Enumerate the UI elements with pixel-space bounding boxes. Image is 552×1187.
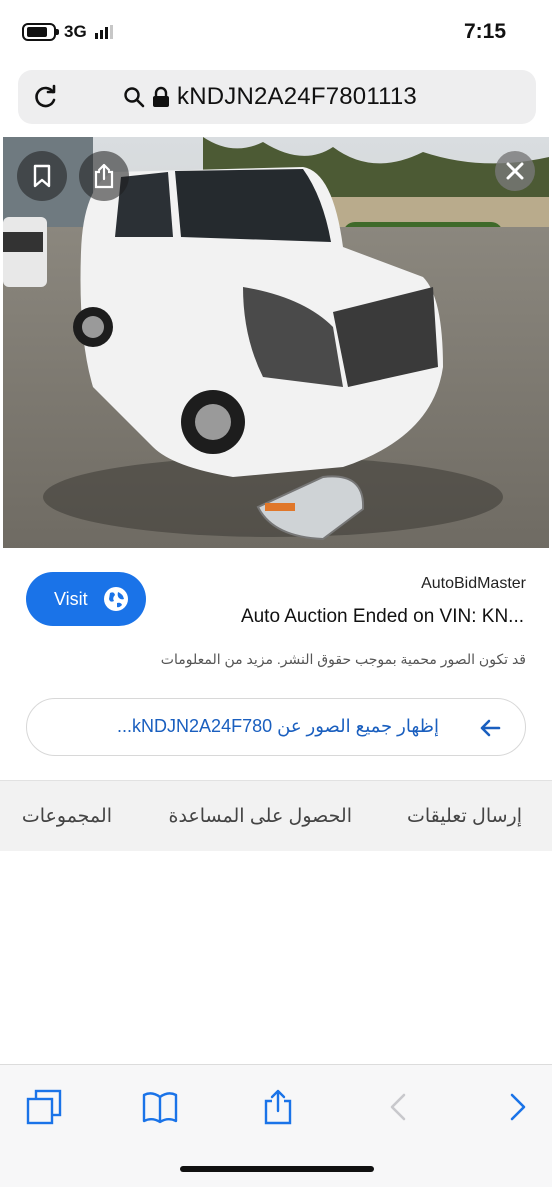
show-all-images-label: إظهار جميع الصور عن kNDJN2A24F780... — [117, 716, 439, 736]
back-icon — [390, 1093, 406, 1121]
search-icon — [124, 87, 145, 108]
reload-icon[interactable] — [32, 83, 60, 111]
forward-icon[interactable] — [498, 1087, 538, 1127]
footer-links: إرسال تعليقات الحصول على المساعدة المجمو… — [0, 780, 552, 851]
show-all-images-button[interactable]: إظهار جميع الصور عن kNDJN2A24F780... — [26, 698, 526, 756]
source-name[interactable]: AutoBidMaster — [421, 575, 526, 593]
lock-icon — [153, 86, 169, 107]
network-type: 3G — [64, 22, 87, 41]
address-bar[interactable]: kNDJN2A24F7801113 — [18, 70, 536, 124]
close-button[interactable] — [495, 151, 535, 191]
status-time: 7:15 — [463, 20, 506, 43]
arrow-left-icon — [480, 719, 501, 737]
collections-link[interactable]: المجموعات — [22, 805, 112, 828]
url-text: kNDJN2A24F7801113 — [177, 83, 417, 110]
result-title[interactable]: Auto Auction Ended on VIN: KN... — [241, 606, 524, 628]
status-bar: 3G 7:15 — [0, 0, 552, 64]
result-image[interactable] — [3, 137, 549, 548]
result-info: Visit AutoBidMaster Auto Auction Ended o… — [0, 548, 552, 780]
share-icon[interactable] — [258, 1087, 298, 1127]
page-blank-area — [0, 851, 552, 1064]
visit-button[interactable]: Visit — [26, 572, 146, 626]
bookmark-icon — [33, 164, 51, 188]
car-photo — [3, 137, 549, 548]
share-icon — [94, 163, 114, 189]
home-indicator[interactable] — [180, 1166, 374, 1172]
send-feedback-link[interactable]: إرسال تعليقات — [407, 805, 522, 828]
url-display[interactable]: kNDJN2A24F7801113 — [123, 70, 417, 124]
battery-icon — [22, 23, 59, 41]
globe-icon — [103, 587, 128, 611]
share-image-button[interactable] — [79, 151, 129, 201]
save-image-button[interactable] — [17, 151, 67, 201]
signal-icon — [94, 25, 113, 39]
close-icon — [506, 162, 524, 180]
tabs-icon[interactable] — [24, 1087, 64, 1127]
copyright-notice[interactable]: قد تكون الصور محمية بموجب حقوق النشر. مز… — [161, 651, 526, 668]
bookmarks-icon[interactable] — [140, 1087, 180, 1127]
get-help-link[interactable]: الحصول على المساعدة — [168, 805, 352, 828]
visit-label: Visit — [54, 588, 88, 609]
status-left: 3G — [22, 22, 113, 42]
